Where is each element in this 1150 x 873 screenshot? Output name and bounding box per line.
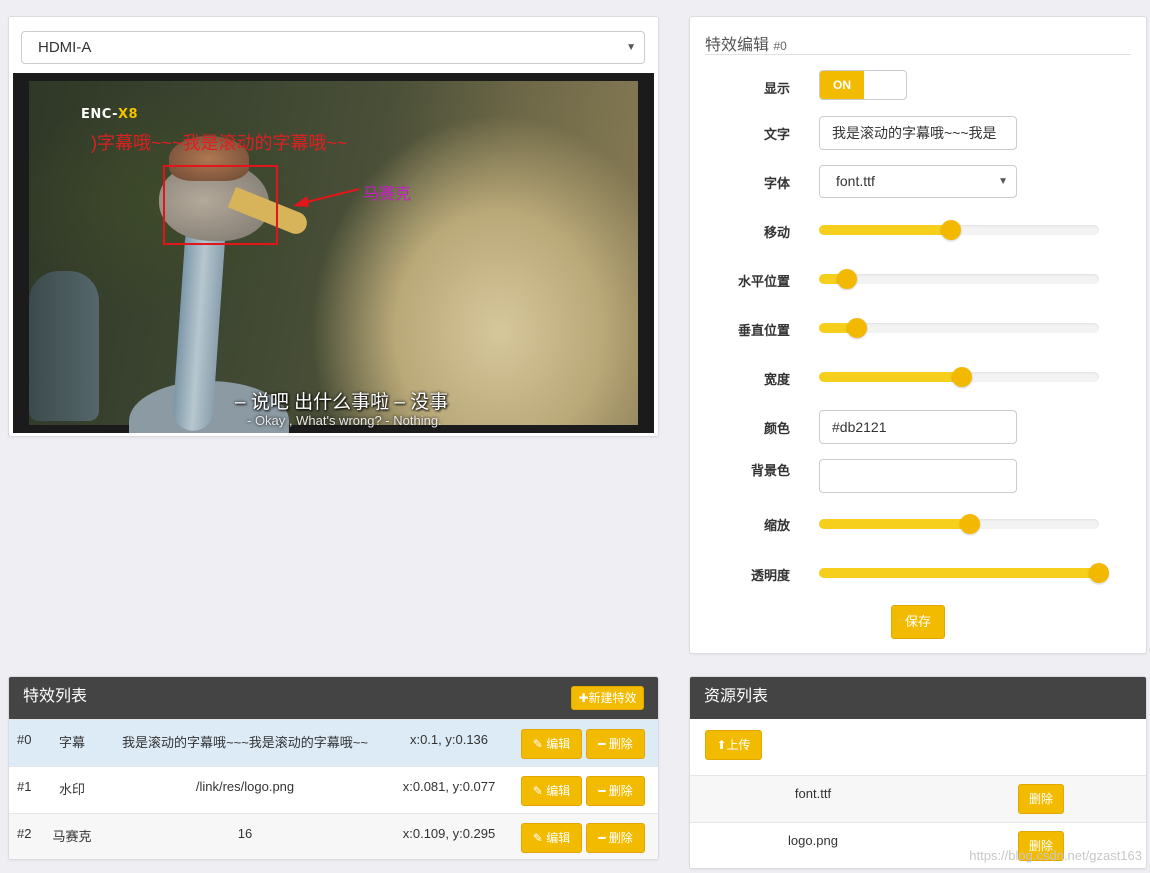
video-source-value: HDMI-A xyxy=(38,39,92,56)
chevron-down-icon: ▼ xyxy=(626,42,636,53)
bgcolor-input[interactable] xyxy=(819,459,1017,493)
upload-button[interactable]: ⬆上传 xyxy=(705,730,762,760)
edit-effect-button[interactable]: ✎ 编辑 xyxy=(521,776,582,806)
bgcolor-label: 背景色 xyxy=(750,463,790,478)
video-source-select[interactable]: HDMI-A ▼ xyxy=(21,31,645,64)
effect-content: /link/res/logo.png xyxy=(195,779,295,794)
show-toggle[interactable]: ON xyxy=(819,70,907,100)
plus-icon: ✚ xyxy=(578,691,589,705)
effect-row[interactable]: #0 字幕 我是滚动的字幕哦~~~我是滚动的字幕哦~~ x:0.1, y:0.1… xyxy=(9,719,658,766)
hpos-slider[interactable] xyxy=(819,269,1099,289)
edit-icon: ✎ xyxy=(532,831,543,845)
mosaic-annotation-label: 马赛克 xyxy=(363,186,412,203)
effect-editor-panel: 特效编辑 #0 显示 ON 文字 我是滚动的字幕哦~~~我是 字体 font.t… xyxy=(689,16,1147,654)
resource-row[interactable]: font.ttf 删除 xyxy=(690,775,1146,822)
scale-slider[interactable] xyxy=(819,514,1099,534)
editor-title: 特效编辑 #0 xyxy=(705,31,1131,55)
effect-type: 马赛克 xyxy=(52,829,92,844)
width-slider-handle[interactable] xyxy=(951,367,972,387)
upload-icon: ⬆ xyxy=(716,738,727,752)
minus-icon: ━ xyxy=(598,737,606,751)
move-label: 移动 xyxy=(763,225,790,240)
show-label: 显示 xyxy=(763,81,790,96)
overlay-logo: ENC-X8 xyxy=(81,107,139,122)
edit-effect-button[interactable]: ✎ 编辑 xyxy=(521,823,582,853)
video-frame: ENC-X8 )字幕哦~~~我是滚动的字幕哦~~ 马赛克 – 说吧 出什么事啦 … xyxy=(29,81,638,433)
resource-list-title: 资源列表 xyxy=(704,688,769,705)
resource-name: font.ttf xyxy=(794,786,832,801)
subtitle-chinese: – 说吧 出什么事啦 – 没事 xyxy=(235,392,449,413)
move-slider-handle[interactable] xyxy=(940,220,961,240)
opacity-label: 透明度 xyxy=(750,568,790,583)
hpos-slider-handle[interactable] xyxy=(837,269,857,289)
new-effect-button[interactable]: ✚新建特效 xyxy=(571,686,644,710)
resource-list-panel: 资源列表 ⬆上传 font.ttf 删除 logo.png 删除 xyxy=(689,676,1147,869)
effects-list-panel: 特效列表 ✚新建特效 #0 字幕 我是滚动的字幕哦~~~我是滚动的字幕哦~~ x… xyxy=(8,676,659,860)
delete-effect-button[interactable]: ━ 删除 xyxy=(586,776,645,806)
scale-slider-handle[interactable] xyxy=(960,514,981,534)
vpos-slider[interactable] xyxy=(819,318,1099,338)
effect-content: 16 xyxy=(237,826,253,841)
effect-type: 水印 xyxy=(58,782,85,797)
opacity-slider[interactable] xyxy=(819,563,1109,583)
show-toggle-on: ON xyxy=(820,71,864,99)
font-select[interactable]: font.ttf ▼ xyxy=(819,165,1017,198)
page-watermark: https://blog.csdn.net/gzast163 xyxy=(969,848,1142,863)
annotation-arrow-icon xyxy=(293,188,360,207)
font-select-value: font.ttf xyxy=(836,173,875,189)
opacity-slider-handle[interactable] xyxy=(1089,563,1109,583)
resource-name: logo.png xyxy=(788,833,838,848)
text-label: 文字 xyxy=(763,127,790,142)
effect-id: #0 xyxy=(17,732,32,747)
edit-icon: ✎ xyxy=(532,784,543,798)
effect-position: x:0.081, y:0.077 xyxy=(402,779,496,794)
save-button[interactable]: 保存 xyxy=(891,605,945,639)
scale-slider-fill xyxy=(819,519,971,529)
move-slider-fill xyxy=(819,225,951,235)
scene-pot xyxy=(29,271,99,421)
effect-id: #1 xyxy=(17,779,32,794)
editor-index: #0 xyxy=(773,39,787,53)
effects-list-header: 特效列表 ✚新建特效 xyxy=(9,677,658,719)
delete-effect-button[interactable]: ━ 删除 xyxy=(586,823,645,853)
color-input[interactable]: #db2121 xyxy=(819,410,1017,444)
effects-list-title: 特效列表 xyxy=(23,688,88,705)
scale-label: 缩放 xyxy=(763,518,790,533)
video-preview-panel: HDMI-A ▼ ENC-X8 )字幕哦~~~我是滚动的字幕哦~~ 马赛克 – … xyxy=(8,16,659,437)
video-preview: ENC-X8 )字幕哦~~~我是滚动的字幕哦~~ 马赛克 – 说吧 出什么事啦 … xyxy=(13,73,654,433)
edit-effect-button[interactable]: ✎ 编辑 xyxy=(521,729,582,759)
delete-resource-button[interactable]: 删除 xyxy=(1018,784,1064,814)
resource-list-header: 资源列表 xyxy=(690,677,1146,719)
font-label: 字体 xyxy=(763,176,790,191)
effect-position: x:0.1, y:0.136 xyxy=(409,732,489,747)
mosaic-region-box xyxy=(163,165,278,245)
vpos-label: 垂直位置 xyxy=(737,323,790,338)
width-label: 宽度 xyxy=(763,372,790,387)
text-input[interactable]: 我是滚动的字幕哦~~~我是 xyxy=(819,116,1017,150)
effect-content: 我是滚动的字幕哦~~~我是滚动的字幕哦~~ xyxy=(122,735,368,750)
effect-position: x:0.109, y:0.295 xyxy=(402,826,496,841)
effect-row[interactable]: #2 马赛克 16 x:0.109, y:0.295 ✎ 编辑 ━ 删除 xyxy=(9,813,658,859)
effect-id: #2 xyxy=(17,826,32,841)
minus-icon: ━ xyxy=(598,831,606,845)
overlay-scrolling-text: )字幕哦~~~我是滚动的字幕哦~~ xyxy=(91,133,348,153)
width-slider-fill xyxy=(819,372,962,382)
color-label: 颜色 xyxy=(763,421,790,436)
edit-icon: ✎ xyxy=(532,737,543,751)
width-slider[interactable] xyxy=(819,367,1099,387)
vpos-slider-handle[interactable] xyxy=(847,318,868,338)
minus-icon: ━ xyxy=(598,784,606,798)
hpos-label: 水平位置 xyxy=(737,274,790,289)
chevron-down-icon: ▼ xyxy=(998,176,1008,187)
effect-row[interactable]: #1 水印 /link/res/logo.png x:0.081, y:0.07… xyxy=(9,766,658,813)
move-slider[interactable] xyxy=(819,220,1099,240)
delete-effect-button[interactable]: ━ 删除 xyxy=(586,729,645,759)
effect-type: 字幕 xyxy=(58,735,85,750)
opacity-slider-fill xyxy=(819,568,1099,578)
subtitle-english: - Okay , What's wrong? - Nothing. xyxy=(247,413,442,428)
